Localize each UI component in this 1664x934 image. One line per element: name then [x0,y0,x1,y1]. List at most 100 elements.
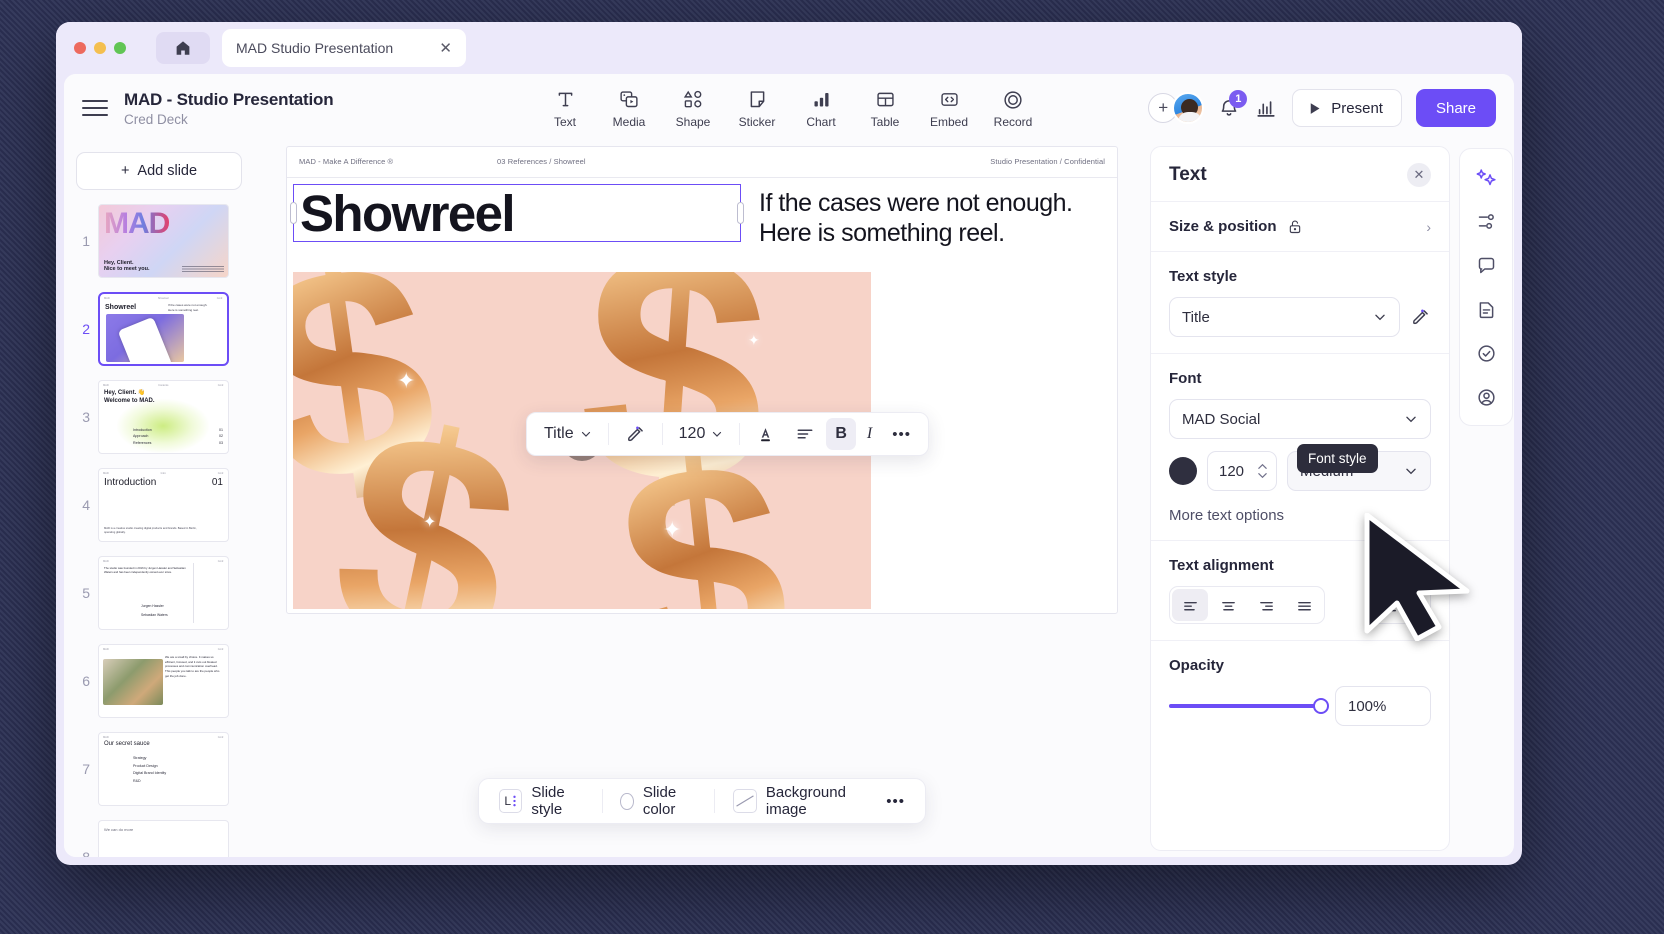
close-window-button[interactable] [74,42,86,54]
tool-media[interactable]: Media [599,84,659,133]
slide-style-button[interactable]: L Slide style [489,784,594,818]
browser-tab-title: MAD Studio Presentation [236,40,394,56]
font-size-stepper[interactable]: 120 [1207,451,1277,491]
list-item[interactable]: 3 MAD Contents Conf. Hey, Client. 👋 Welcom… [64,380,254,454]
slide-thumb-legal [182,266,224,273]
slide-thumbnail[interactable]: MAD Contents Conf. Hey, Client. 👋 Welcome … [98,380,229,454]
size-position-row[interactable]: Size & position › [1169,218,1431,235]
background-image-button[interactable]: Background image [723,784,872,818]
resize-handle-left[interactable] [290,202,297,224]
notifications-button[interactable]: 1 [1218,90,1248,119]
more-text-options-link[interactable]: More text options [1169,507,1431,524]
opacity-value-input[interactable]: 100% [1335,686,1431,726]
home-button[interactable] [156,32,210,64]
tool-embed[interactable]: Embed [919,84,979,133]
present-button[interactable]: Present [1292,89,1402,127]
vertical-align-dropdown[interactable] [1370,586,1431,624]
comment-icon[interactable] [1466,245,1506,285]
slide-style-toolbar[interactable]: L Slide style Slide color Background ima… [478,778,926,824]
menu-icon[interactable] [82,100,108,116]
close-icon[interactable]: ✕ [439,41,452,56]
animation-icon[interactable] [1466,201,1506,241]
list-item[interactable]: 1 MAD Hey, Client. Nice to meet you. [64,204,254,278]
slide-canvas[interactable]: MAD - Make A Difference ® 03 References … [286,146,1118,614]
slide-title-textbox[interactable]: Showreel [290,184,744,242]
align-justify-button[interactable] [1286,589,1322,621]
line-spacing-button[interactable] [786,418,824,450]
slide-thumbnail[interactable]: MAD Conf. The studio was founded in 2016 … [98,556,229,630]
tool-sticker[interactable]: Sticker [727,84,787,133]
align-center-button[interactable] [1210,589,1246,621]
format-painter-icon[interactable] [1410,307,1431,328]
list-item[interactable]: 2 MAD Showreel Conf. Showreel If the cases… [64,292,254,366]
slide-style-more-button[interactable]: ••• [876,784,915,818]
format-painter-button[interactable] [616,418,655,450]
tool-record[interactable]: Record [983,84,1043,133]
stepper-arrows[interactable] [1257,463,1268,479]
window-controls[interactable] [74,42,126,54]
ai-magic-icon[interactable] [1466,157,1506,197]
slide-thumbnail[interactable]: MAD Intro Conf. Introduction 01 MAD is a c… [98,468,229,542]
text-format-toolbar[interactable]: Title 120 B I ••• [526,412,929,456]
text-style-select[interactable]: Title [1169,297,1400,337]
list-item[interactable]: 4 MAD Intro Conf. Introduction 01 MAD is a… [64,468,254,542]
align-left-button[interactable] [1172,589,1208,621]
text-style-dropdown[interactable]: Title [535,418,601,450]
slide-thumbnail[interactable]: MAD Showreel Conf. Showreel If the cases w… [98,292,229,366]
font-color-swatch[interactable] [1169,457,1197,485]
analytics-button[interactable] [1254,97,1278,119]
slide-thumbnail[interactable]: MAD Hey, Client. Nice to meet you. [98,204,229,278]
avatar[interactable] [1172,92,1205,124]
list-item[interactable]: 5 MAD Conf. The studio was founded in 201… [64,556,254,630]
share-button[interactable]: Share [1415,89,1496,127]
slide-thumbnail[interactable]: MAD Conf. Our secret sauce Strategy Produ… [98,732,229,806]
slide-thumb-header: MAD Intro Conf. [103,472,224,475]
account-icon[interactable] [1466,377,1506,417]
opacity-label: Opacity [1169,657,1225,674]
slide-thumb-index: 01 [211,477,223,488]
slide-number: 5 [82,585,90,601]
minimize-window-button[interactable] [94,42,106,54]
slide-thumbnail[interactable]: MAD Conf. We are a small by choice. It ma… [98,644,229,718]
unlock-icon[interactable] [1287,218,1303,235]
alignment-button-group[interactable] [1169,586,1325,624]
chevron-down-icon [1406,468,1416,475]
maximize-window-button[interactable] [114,42,126,54]
opacity-slider[interactable] [1169,698,1329,714]
opacity-slider-handle[interactable] [1313,698,1329,714]
tool-chart[interactable]: Chart [791,84,851,133]
add-slide-button[interactable]: + Add slide [76,152,242,190]
slide-number: 7 [82,761,90,777]
shape-icon [682,88,704,112]
resize-handle-right[interactable] [737,202,744,224]
tool-label: Embed [929,114,969,129]
more-format-button[interactable]: ••• [883,418,920,450]
text-color-button[interactable] [747,418,784,450]
tool-text[interactable]: Text [535,84,595,133]
list-item[interactable]: 8 We can do more [64,820,254,857]
notes-icon[interactable] [1466,289,1506,329]
align-right-button[interactable] [1248,589,1284,621]
browser-tab[interactable]: MAD Studio Presentation ✕ [222,29,466,67]
slide-header-right: Studio Presentation / Confidential [990,157,1105,166]
dots-icon [513,795,516,807]
checklist-icon[interactable] [1466,333,1506,373]
slide-thumb-list: Strategy Product Design Digital Brand Id… [133,756,167,783]
slide-thumb-header: MAD Conf. [103,736,224,739]
list-item[interactable]: 6 MAD Conf. We are a small by choice. It … [64,644,254,718]
slide-thumbnail[interactable]: We can do more [98,820,229,857]
font-size-value: 120 [1219,462,1245,480]
list-item[interactable]: 7 MAD Conf. Our secret sauce Strategy Pro… [64,732,254,806]
slide-thumbnail-list[interactable]: 1 MAD Hey, Client. Nice to meet you. 2 M… [64,204,254,857]
close-icon[interactable]: ✕ [1407,163,1431,187]
bold-button[interactable]: B [826,418,856,450]
tool-shape[interactable]: Shape [663,84,723,133]
tool-table[interactable]: Table [855,84,915,133]
opacity-section: Opacity 100% [1151,641,1449,742]
chevron-down-icon [1409,602,1418,609]
slide-color-button[interactable]: Slide color [610,784,706,818]
italic-button[interactable]: I [858,418,881,450]
font-size-dropdown[interactable]: 120 [670,418,733,450]
font-family-select[interactable]: MAD Social [1169,399,1431,439]
slide-subtitle[interactable]: If the cases were not enough. Here is so… [759,189,1105,248]
